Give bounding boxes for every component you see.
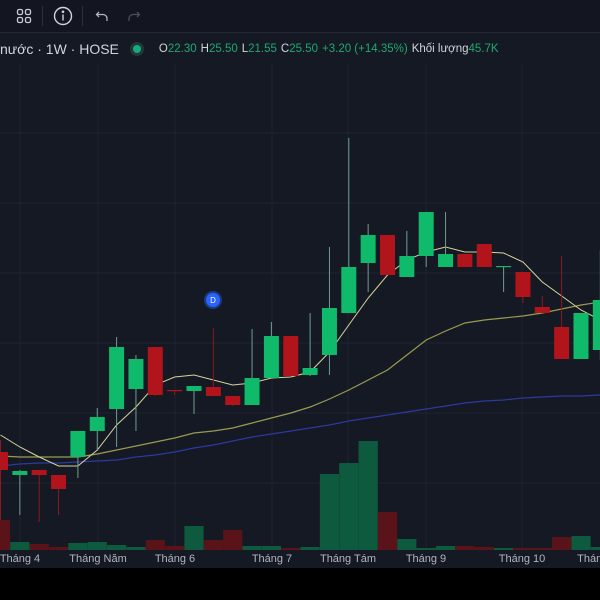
candle-body — [302, 368, 318, 375]
volume-bar — [203, 540, 223, 550]
change-value: +3.20 (+14.35%) — [322, 43, 408, 55]
candle-body — [418, 212, 434, 256]
time-label: Tháng 9 — [405, 553, 447, 565]
toolbar-divider — [42, 6, 43, 26]
volume-label: Khối lượng — [411, 43, 469, 55]
volume-bar — [68, 543, 88, 550]
candle-body — [515, 272, 531, 297]
candle-body — [592, 300, 600, 350]
volume-bar — [87, 542, 107, 550]
candle-body — [360, 235, 376, 263]
candle-body — [31, 470, 47, 475]
top-toolbar — [0, 0, 600, 33]
redo-icon[interactable] — [122, 4, 146, 28]
volume-bar — [552, 537, 572, 550]
candle-body — [399, 256, 415, 277]
candle-body — [380, 235, 395, 275]
candlestick-chart[interactable] — [0, 33, 600, 568]
time-label: Tháng 7 — [251, 553, 293, 565]
volume-bar — [397, 539, 417, 550]
candle-body — [341, 267, 357, 313]
candle-body — [225, 396, 241, 405]
volume-value: 45.7K — [468, 43, 499, 55]
volume-bar — [184, 526, 204, 550]
candle-body — [573, 313, 589, 359]
time-label: Tháng Tám — [319, 553, 377, 565]
candle-body — [12, 471, 28, 475]
candle-body — [457, 254, 473, 267]
high-value: 25.50 — [208, 43, 238, 55]
open-value: 22.30 — [167, 43, 197, 55]
ma-short-line — [0, 246, 600, 467]
candle-body — [109, 347, 125, 409]
candle-body — [147, 347, 163, 395]
time-label: Tháng 10 — [498, 553, 546, 565]
candle-body — [283, 336, 299, 376]
candle-body — [244, 378, 260, 405]
time-label: Tháng 4 — [0, 553, 41, 565]
symbol-title[interactable]: nước · 1W · HOSE — [0, 41, 119, 57]
time-label: Tháng Năm — [69, 553, 127, 565]
close-label: C — [280, 43, 290, 55]
high-label: H — [200, 43, 209, 55]
volume-bar — [0, 520, 11, 550]
chart-area[interactable] — [0, 33, 600, 568]
symbol-legend: nước · 1W · HOSE O 22.30 H 25.50 L 21.55 C2… — [0, 40, 503, 58]
candle-body — [70, 431, 86, 457]
candle-body — [263, 336, 279, 378]
candle-body — [186, 386, 202, 391]
time-axis[interactable]: Tháng 4 Tháng Năm Tháng 6 Tháng 7 Tháng … — [0, 550, 600, 568]
layout-grid-icon[interactable] — [12, 4, 36, 28]
volume-bar — [223, 530, 243, 550]
volume-bar — [339, 463, 359, 550]
ma-mid-line — [0, 301, 600, 458]
open-label: O — [158, 43, 168, 55]
candle-body — [438, 254, 454, 267]
close-value: 25.50 — [289, 43, 319, 55]
candle-body — [554, 327, 570, 359]
toolbar-divider — [82, 6, 83, 26]
volume-bar — [377, 512, 398, 550]
candle-body — [128, 359, 144, 389]
dividend-marker-icon[interactable]: D — [206, 293, 220, 307]
candle-body — [321, 308, 337, 355]
undo-icon[interactable] — [90, 4, 114, 28]
candle-body — [0, 452, 8, 470]
market-status-icon — [132, 45, 141, 53]
candle-body — [476, 244, 492, 267]
time-label: Tháng 6 — [154, 553, 196, 565]
candle-body — [205, 387, 221, 396]
volume-bar — [319, 474, 340, 550]
candle-body — [167, 390, 183, 392]
volume-bar — [571, 536, 591, 550]
volume-bar — [145, 540, 165, 550]
bottom-bar — [0, 568, 600, 600]
volume-bar — [10, 542, 30, 550]
candle-body — [51, 475, 67, 489]
candle-body — [496, 266, 512, 268]
low-value: 21.55 — [248, 43, 277, 55]
candle-body — [89, 417, 105, 431]
volume-bar — [358, 441, 378, 550]
time-label: Tháng 11 — [577, 553, 600, 565]
candle-body — [534, 307, 550, 313]
info-icon[interactable] — [50, 4, 76, 28]
